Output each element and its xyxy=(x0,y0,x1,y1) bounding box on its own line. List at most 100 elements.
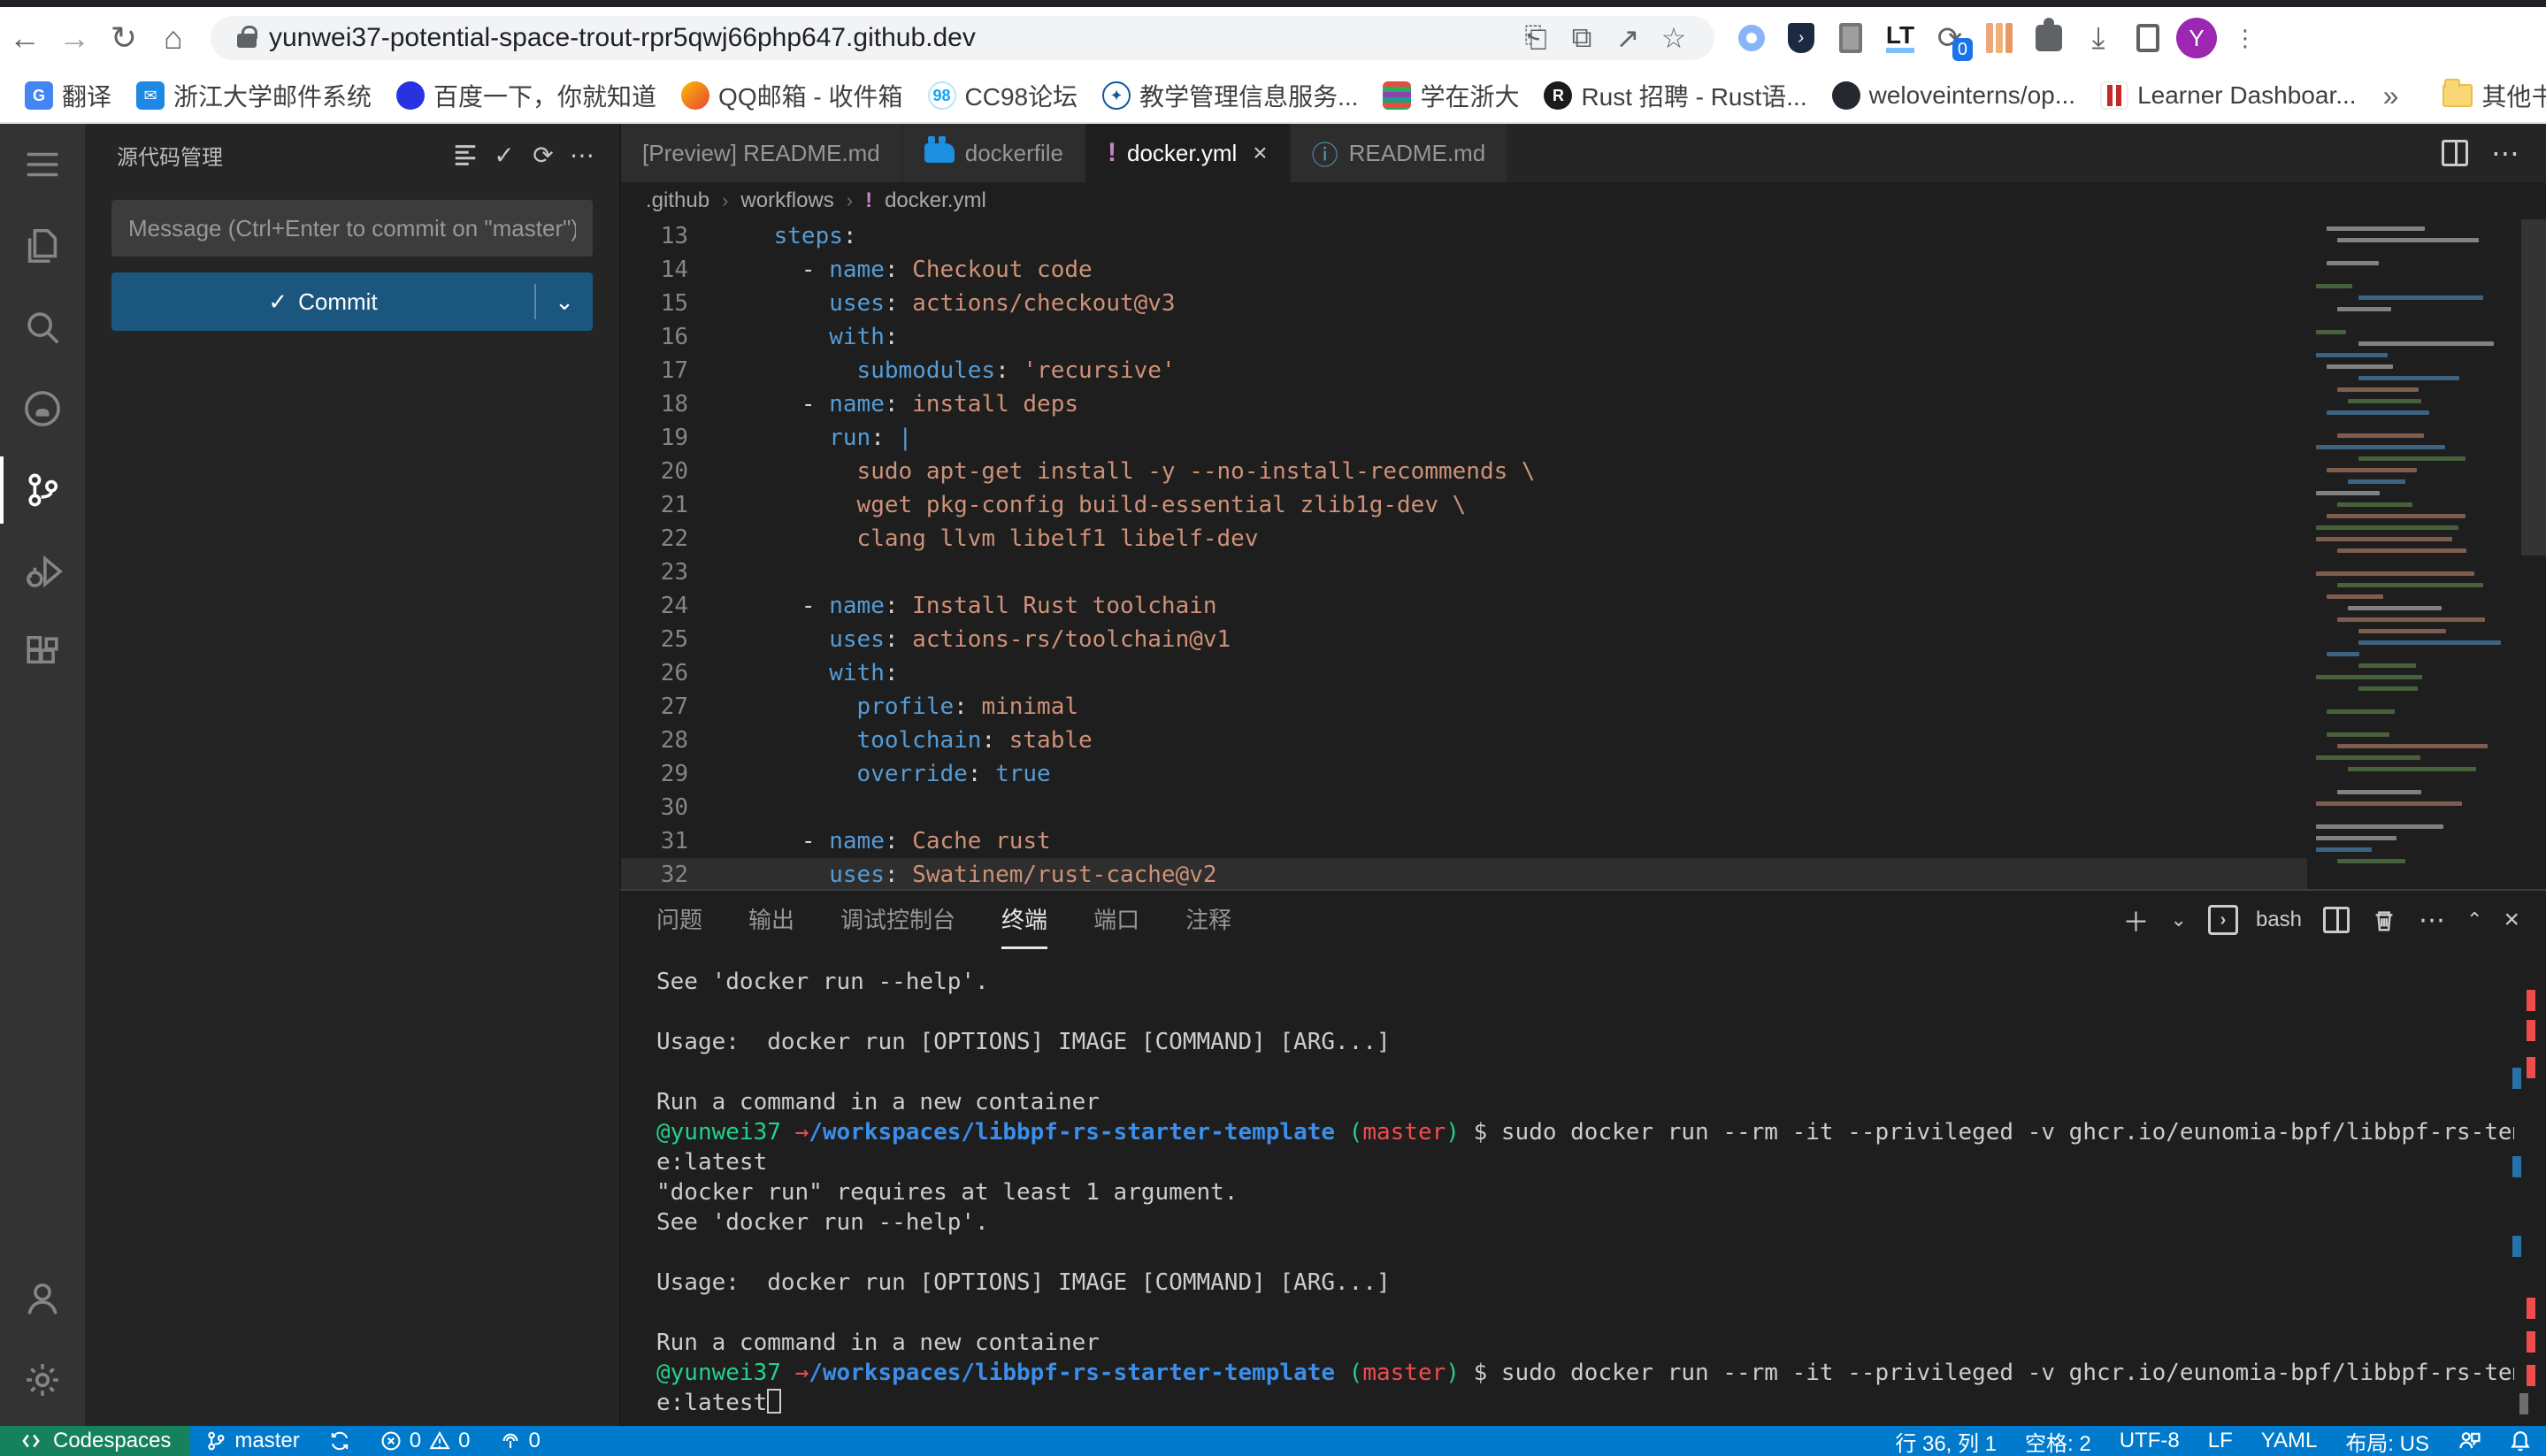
code-line-24[interactable]: 24 - name: Install Rust toolchain xyxy=(621,589,2309,623)
status-language-mode[interactable]: YAML xyxy=(2247,1426,2332,1456)
share-icon[interactable]: ↗ xyxy=(1605,15,1651,61)
activity-explorer-icon[interactable] xyxy=(0,205,85,287)
feedback-icon[interactable] xyxy=(2443,1426,2495,1456)
launch-profile-chevron-icon[interactable]: ⌄ xyxy=(2171,908,2187,931)
code-line-13[interactable]: 13 steps: xyxy=(621,219,2309,253)
commit-check-icon[interactable]: ✓ xyxy=(485,135,524,174)
url-text[interactable]: yunwei37-potential-space-trout-rpr5qwj66… xyxy=(269,23,1513,53)
open-in-new-icon[interactable]: ⧉ xyxy=(1559,15,1605,61)
kill-terminal-icon[interactable] xyxy=(2371,907,2397,933)
bookmark-item[interactable]: RRust 招聘 - Rust语... xyxy=(1531,74,1819,117)
code-line-16[interactable]: 16 with: xyxy=(621,320,2309,354)
browser-menu-icon[interactable]: ⋮ xyxy=(2224,17,2266,59)
commit-dropdown-chevron[interactable]: ⌄ xyxy=(536,288,593,316)
panel-maximize-icon[interactable]: ⌃ xyxy=(2466,908,2482,931)
code-line-21[interactable]: 21 wget pkg-config build-essential zlib1… xyxy=(621,488,2309,522)
address-bar[interactable]: yunwei37-potential-space-trout-rpr5qwj66… xyxy=(211,16,1714,60)
bookmark-item[interactable]: ✉浙江大学邮件系统 xyxy=(124,74,384,117)
status-ports[interactable]: 0 xyxy=(485,1426,555,1456)
new-terminal-icon[interactable]: ＋ xyxy=(2123,900,2150,939)
activity-run-debug-icon[interactable] xyxy=(0,531,85,612)
copy-pages-extension-icon[interactable] xyxy=(1829,17,1872,59)
editor-tab-readme.md[interactable]: ⓘREADME.md xyxy=(1291,124,1509,182)
panel-close-icon[interactable]: × xyxy=(2504,905,2519,935)
status-warnings[interactable]: 0 xyxy=(425,1426,484,1456)
code-editor[interactable]: 13 steps:14 - name: Checkout code15 uses… xyxy=(621,219,2309,889)
view-as-list-icon[interactable] xyxy=(446,135,485,174)
panel-tab-0[interactable]: 问题 xyxy=(656,891,702,949)
bookmark-item[interactable]: QQ邮箱 - 收件箱 xyxy=(669,74,915,117)
profile-avatar[interactable]: Y xyxy=(2176,18,2217,58)
bookmark-item[interactable]: G翻译 xyxy=(12,74,124,117)
bookmark-item[interactable]: 百度一下，你就知道 xyxy=(384,74,669,117)
editor-scrollbar-thumb[interactable] xyxy=(2521,219,2546,556)
activity-menu-icon[interactable] xyxy=(0,124,85,205)
code-line-19[interactable]: 19 run: | xyxy=(621,421,2309,455)
downloads-icon[interactable]: ⤓ xyxy=(2077,17,2120,59)
split-editor-icon[interactable] xyxy=(2442,140,2468,166)
code-line-23[interactable]: 23 xyxy=(621,556,2309,589)
commit-button[interactable]: ✓ Commit ⌄ xyxy=(111,272,593,331)
code-line-29[interactable]: 29 override: true xyxy=(621,757,2309,791)
shield-extension-icon[interactable]: › xyxy=(1780,17,1822,59)
panel-tab-2[interactable]: 调试控制台 xyxy=(840,891,955,949)
bookmark-item[interactable]: 学在浙大 xyxy=(1370,74,1531,117)
code-line-32[interactable]: 32 uses: Swatinem/rust-cache@v2 xyxy=(621,858,2309,889)
clipboard-icon[interactable]: ⎗ xyxy=(1513,15,1559,61)
panel-tab-3[interactable]: 终端 xyxy=(1001,891,1047,949)
notifications-bell-icon[interactable] xyxy=(2495,1426,2546,1456)
status-encoding[interactable]: UTF-8 xyxy=(2105,1426,2194,1456)
activity-extensions-icon[interactable] xyxy=(0,612,85,694)
more-actions-icon[interactable]: ⋯ xyxy=(563,135,602,174)
status-eol[interactable]: LF xyxy=(2194,1426,2247,1456)
bookmark-star-icon[interactable]: ☆ xyxy=(1651,15,1697,61)
bookmark-item[interactable]: weloveinterns/op... xyxy=(1820,74,2088,117)
code-line-22[interactable]: 22 clang llvm libelf1 libelf-dev xyxy=(621,522,2309,556)
activity-github-icon[interactable] xyxy=(0,368,85,449)
remote-indicator[interactable]: Codespaces xyxy=(0,1426,190,1456)
panel-more-icon[interactable]: ⋯ xyxy=(2419,905,2445,936)
split-terminal-icon[interactable] xyxy=(2323,907,2350,933)
status-branch[interactable]: master xyxy=(190,1426,313,1456)
code-line-31[interactable]: 31 - name: Cache rust xyxy=(621,824,2309,858)
breadcrumb-item[interactable]: docker.yml xyxy=(885,188,986,213)
extensions-puzzle-icon[interactable] xyxy=(2028,17,2070,59)
breadcrumb-item[interactable]: .github xyxy=(646,188,709,213)
code-line-28[interactable]: 28 toolchain: stable xyxy=(621,724,2309,757)
sync-extension-icon[interactable]: ⟳0 xyxy=(1929,17,1971,59)
reload-icon[interactable]: ↻ xyxy=(99,13,149,63)
bookmark-item[interactable]: 98CC98论坛 xyxy=(916,74,1091,117)
status-sync[interactable] xyxy=(314,1426,365,1456)
home-icon[interactable]: ⌂ xyxy=(149,13,198,63)
code-line-27[interactable]: 27 profile: minimal xyxy=(621,690,2309,724)
commit-message-input[interactable] xyxy=(111,200,593,257)
editor-more-actions-icon[interactable]: ⋯ xyxy=(2491,136,2519,170)
activity-source-control-icon[interactable] xyxy=(0,449,85,531)
bookmark-item[interactable]: Learner Dashboar... xyxy=(2088,74,2369,117)
forward-icon[interactable]: → xyxy=(50,13,99,63)
panel-tab-1[interactable]: 输出 xyxy=(748,891,794,949)
code-line-20[interactable]: 20 sudo apt-get install -y --no-install-… xyxy=(621,455,2309,488)
activity-settings-icon[interactable] xyxy=(0,1339,85,1421)
bookmarks-overflow-chevron[interactable]: » xyxy=(2369,80,2413,112)
status-indentation[interactable]: 空格: 2 xyxy=(2011,1426,2105,1456)
status-cursor-position[interactable]: 行 36, 列 1 xyxy=(1881,1426,2011,1456)
breadcrumb[interactable]: .github›workflows›!docker.yml xyxy=(621,182,2546,219)
other-bookmarks-folder[interactable]: 其他书签 xyxy=(2430,74,2546,117)
blue-ring-extension-icon[interactable] xyxy=(1730,17,1773,59)
editor-tab-docker.yml[interactable]: !docker.yml× xyxy=(1086,124,1291,182)
breadcrumb-item[interactable]: workflows xyxy=(740,188,833,213)
code-line-18[interactable]: 18 - name: install deps xyxy=(621,387,2309,421)
languagetool-extension-icon[interactable]: LT xyxy=(1879,17,1921,59)
code-line-25[interactable]: 25 uses: actions-rs/toolchain@v1 xyxy=(621,623,2309,656)
code-line-26[interactable]: 26 with: xyxy=(621,656,2309,690)
terminal-picker-icon[interactable]: › bash xyxy=(2208,905,2302,935)
status-keyboard-layout[interactable]: 布局: US xyxy=(2331,1426,2443,1456)
activity-search-icon[interactable] xyxy=(0,287,85,368)
panel-tab-4[interactable]: 端口 xyxy=(1093,891,1139,949)
crayons-extension-icon[interactable] xyxy=(1978,17,2021,59)
panel-tab-5[interactable]: 注释 xyxy=(1185,891,1231,949)
code-line-30[interactable]: 30 xyxy=(621,791,2309,824)
code-line-17[interactable]: 17 submodules: 'recursive' xyxy=(621,354,2309,387)
code-line-14[interactable]: 14 - name: Checkout code xyxy=(621,253,2309,287)
